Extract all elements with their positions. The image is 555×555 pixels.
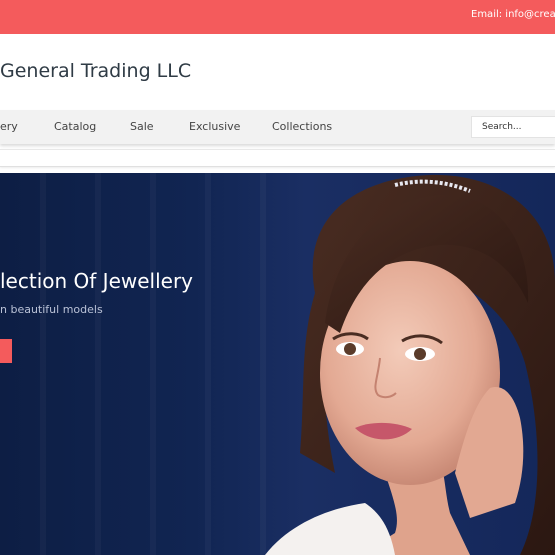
main-nav: ery Catalog Sale Exclusive Collections S… xyxy=(0,110,555,144)
hero-subtitle: n beautiful models xyxy=(0,303,103,316)
top-bar: Email: info@creati xyxy=(0,0,555,34)
hero-cta-button[interactable] xyxy=(0,339,12,363)
hero-title: lection Of Jewellery xyxy=(0,269,194,293)
nav-item-jewellery[interactable]: ery xyxy=(0,120,18,133)
site-brand-title[interactable]: General Trading LLC xyxy=(0,60,191,82)
nav-item-exclusive[interactable]: Exclusive xyxy=(189,120,240,133)
nav-item-catalog[interactable]: Catalog xyxy=(54,120,96,133)
nav-item-sale[interactable]: Sale xyxy=(130,120,154,133)
nav-item-collections[interactable]: Collections xyxy=(272,120,332,133)
search-input[interactable]: Search... xyxy=(471,116,555,138)
hero-banner: lection Of Jewellery n beautiful models xyxy=(0,173,555,555)
contact-email[interactable]: Email: info@creati xyxy=(471,9,555,20)
divider-strip xyxy=(0,149,555,167)
hero-photo xyxy=(265,174,555,555)
